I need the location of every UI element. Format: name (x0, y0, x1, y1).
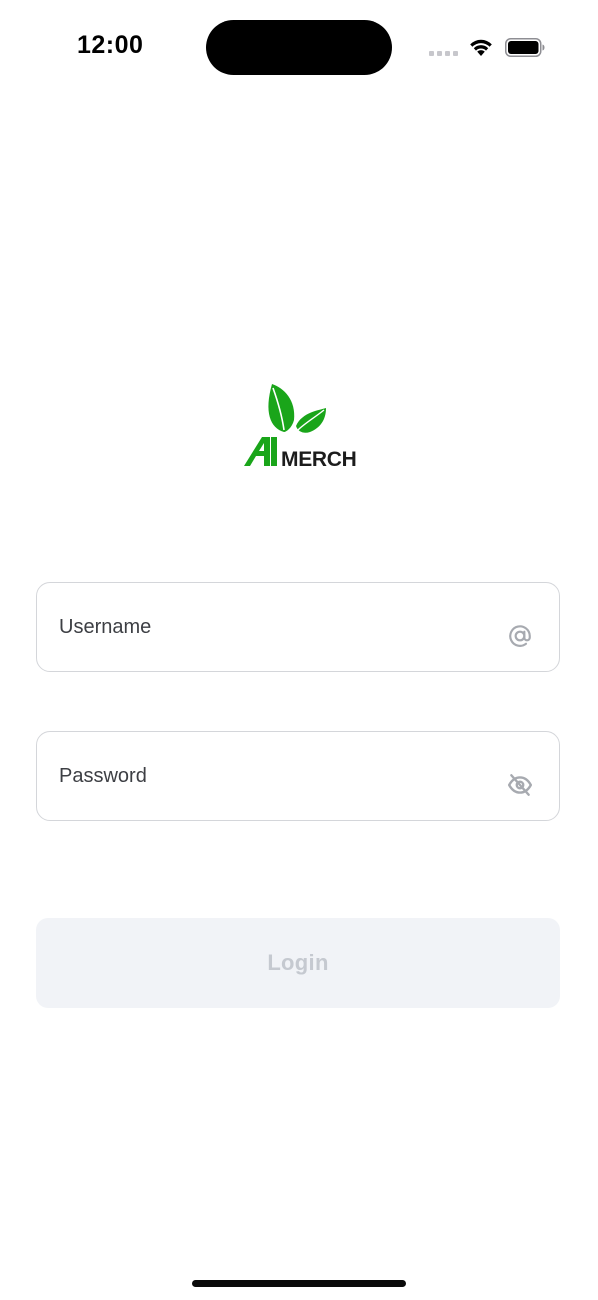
brand-merch: MERCH (281, 448, 357, 471)
cellular-signal-icon (429, 51, 458, 56)
username-input[interactable] (59, 583, 499, 673)
at-sign-icon (509, 625, 531, 647)
battery-icon (505, 38, 545, 57)
app-logo: MERCH (244, 384, 357, 471)
dynamic-island (206, 20, 392, 75)
wifi-icon (470, 39, 492, 56)
password-input[interactable] (59, 732, 499, 822)
leaf-logo-icon (268, 384, 295, 432)
password-field[interactable] (36, 731, 560, 822)
status-time: 12:00 (77, 31, 144, 59)
eye-off-icon[interactable] (507, 772, 533, 798)
home-indicator[interactable] (192, 1280, 406, 1287)
login-button[interactable]: Login (36, 918, 560, 1008)
username-field[interactable] (36, 582, 560, 673)
status-bar: 12:00 (0, 0, 598, 96)
